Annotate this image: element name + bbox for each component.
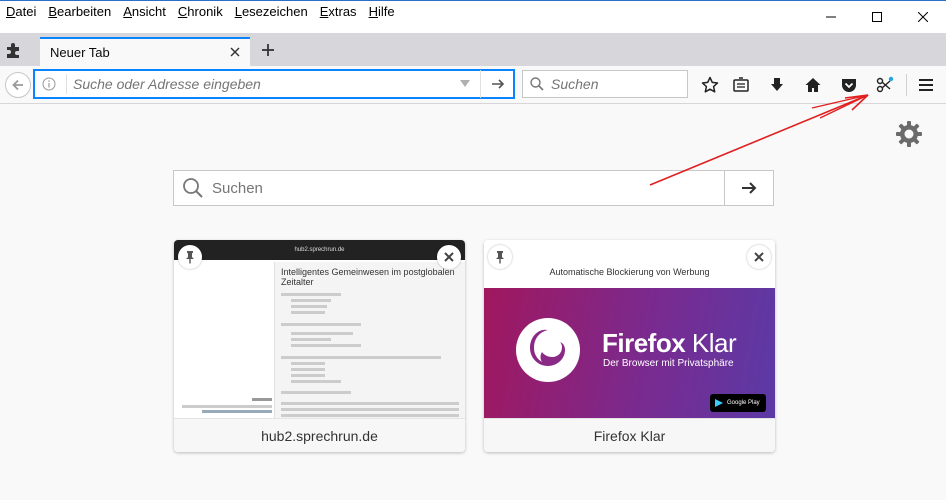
thumb-text-lines [281,293,459,417]
new-tab-plus-icon[interactable] [260,42,276,58]
pin-button[interactable] [488,245,512,269]
brand-klar: Klar [691,328,737,358]
search-icon [183,178,203,198]
download-icon [771,78,783,91]
search-bar[interactable] [522,70,688,98]
menu-lesezeichen[interactable]: Lesezeichen [229,4,314,19]
tile-thumbnail: hub2.sprechrun.de Intelligentes Gemeinwe… [174,240,465,418]
download-button[interactable] [764,72,790,98]
reading-list-button[interactable] [728,72,754,98]
newtab-search-box[interactable] [173,170,774,206]
nav-bar [0,66,946,104]
close-icon [444,252,454,262]
toolbar-separator [906,74,907,96]
tile-thumbnail: Automatische Blockierung von Werbung Fir… [484,240,775,418]
thumb-article-title: Intelligentes Gemeinwesen im postglobale… [281,267,455,287]
tab-neuer-tab[interactable]: Neuer Tab [40,37,250,66]
home-icon [805,78,821,92]
go-arrow-icon [491,79,504,89]
menu-button[interactable] [913,72,939,98]
menu-chronik[interactable]: Chronik [172,4,229,19]
info-icon[interactable] [42,77,56,91]
go-arrow-icon [742,182,757,194]
thumb-brand: Firefox Klar [602,328,737,359]
minimize-button[interactable] [808,1,854,33]
star-icon [701,76,719,93]
search-icon [530,77,544,91]
extension-button[interactable] [872,72,898,98]
home-button[interactable] [800,72,826,98]
menu-ansicht[interactable]: Ansicht [117,4,172,19]
puzzle-piece-icon[interactable] [4,40,24,60]
pocket-button[interactable] [836,72,862,98]
url-input[interactable] [73,76,443,92]
reading-list-icon [733,77,749,92]
minimize-icon [826,16,836,18]
dismiss-button[interactable] [747,245,771,269]
pin-button[interactable] [178,245,202,269]
dropdown-arrow-icon[interactable] [460,80,470,88]
close-icon [918,12,928,22]
maximize-icon [872,12,882,22]
url-go-button[interactable] [480,70,514,98]
thumb-brand-sub: Der Browser mit Privatsphäre [603,358,734,369]
close-icon [754,252,764,262]
top-site-tile-firefox-klar[interactable]: Automatische Blockierung von Werbung Fir… [484,240,775,452]
search-input[interactable] [551,76,681,92]
menu-extras[interactable]: Extras [314,4,363,19]
thumb-article-panel: Intelligentes Gemeinwesen im postglobale… [274,262,465,418]
thumb-header-bar: hub2.sprechrun.de [174,240,465,260]
tile-label: Firefox Klar [484,418,775,452]
dismiss-button[interactable] [437,245,461,269]
menu-hilfe[interactable]: Hilfe [363,4,401,19]
close-tab-icon[interactable] [228,45,242,59]
back-arrow-icon [12,79,23,91]
pin-icon [186,251,194,264]
newtab-search-go-button[interactable] [724,171,773,205]
window-controls [808,1,946,33]
store-badge-text: Google Play [727,400,760,406]
title-bar: Datei Bearbeiten Ansicht Chronik Lesezei… [0,0,946,33]
menu-bearbeiten[interactable]: Bearbeiten [42,4,117,19]
menu-bar: Datei Bearbeiten Ansicht Chronik Lesezei… [0,4,401,19]
tab-strip: Neuer Tab [0,33,946,66]
top-site-tile-hub2[interactable]: hub2.sprechrun.de Intelligentes Gemeinwe… [174,240,465,452]
gear-icon[interactable] [895,120,923,148]
close-window-button[interactable] [900,1,946,33]
tab-title: Neuer Tab [50,45,110,60]
pin-icon [496,251,504,264]
bookmark-star-button[interactable] [697,72,723,98]
back-button[interactable] [5,72,31,98]
thumb-heading: Automatische Blockierung von Werbung [484,240,775,288]
google-play-badge: Google Play [710,394,766,412]
thumb-hero-banner: Firefox Klar Der Browser mit Privatsphär… [484,288,775,418]
newtab-search-input[interactable] [212,179,692,197]
maximize-button[interactable] [854,1,900,33]
play-store-icon [715,399,723,407]
menu-datei[interactable]: Datei [0,4,42,19]
url-bar[interactable] [33,69,515,99]
thumb-left-text [178,396,272,415]
brand-firefox: Firefox [602,328,686,358]
url-separator [66,74,67,94]
hamburger-menu-icon [919,79,933,91]
firefox-logo-icon [516,318,580,382]
pocket-icon [842,79,856,92]
tile-label: hub2.sprechrun.de [174,418,465,452]
extension-sparkle-icon [876,76,894,93]
